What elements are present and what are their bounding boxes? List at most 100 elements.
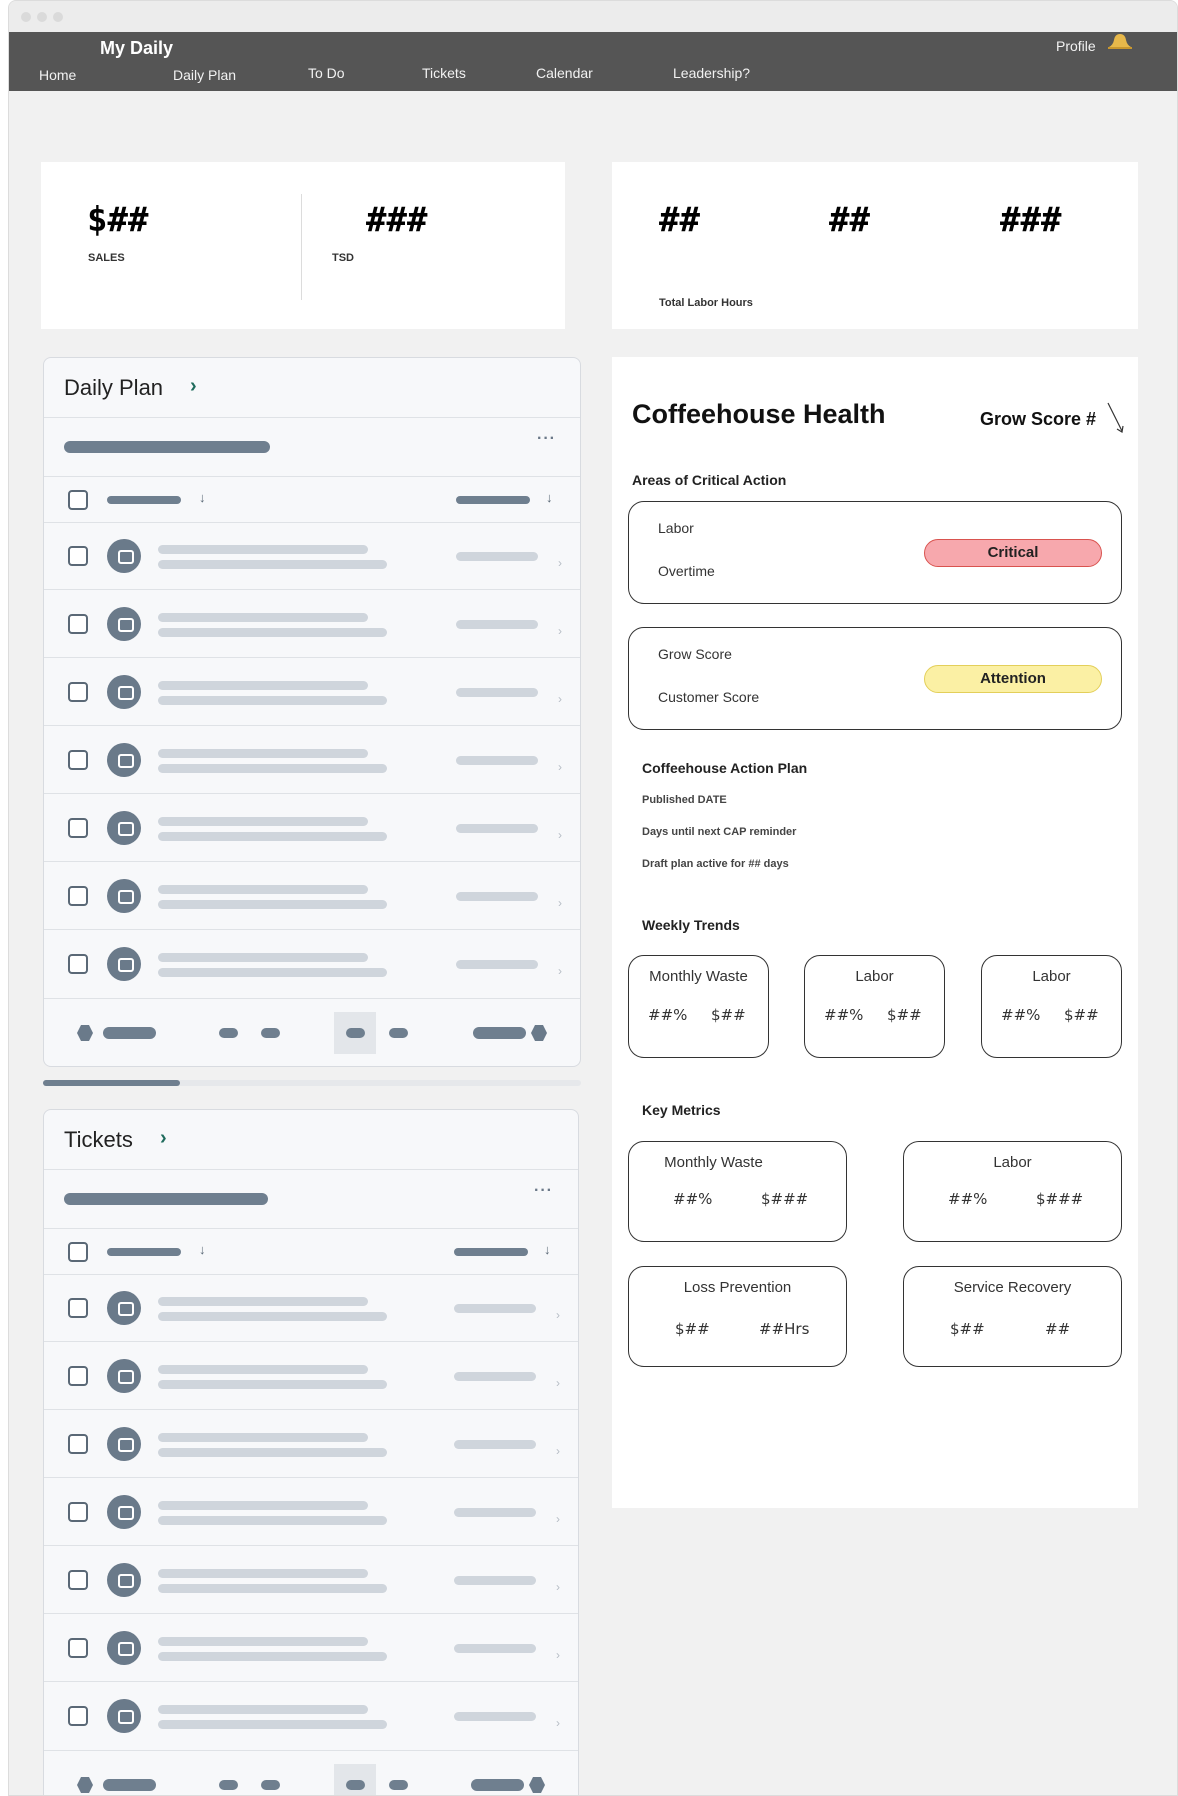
- row-checkbox[interactable]: [68, 818, 88, 838]
- row-checkbox[interactable]: [68, 1434, 88, 1454]
- nav-leadership[interactable]: Leadership?: [673, 65, 750, 81]
- bell-icon[interactable]: [1105, 32, 1135, 50]
- row-checkbox[interactable]: [68, 1570, 88, 1590]
- list-item[interactable]: ›: [44, 726, 580, 794]
- nav-to-do[interactable]: To Do: [308, 65, 345, 81]
- row-checkbox[interactable]: [68, 886, 88, 906]
- key-metric-monthly-waste[interactable]: Monthly Waste ##% $###: [628, 1141, 847, 1242]
- first-page-icon[interactable]: [77, 1025, 93, 1041]
- more-options-icon[interactable]: ···: [534, 1182, 553, 1200]
- row-checkbox[interactable]: [68, 954, 88, 974]
- row-chevron-icon[interactable]: ›: [558, 964, 562, 978]
- row-checkbox[interactable]: [68, 1706, 88, 1726]
- daily-plan-chevron-icon[interactable]: ›: [190, 375, 197, 398]
- row-checkbox[interactable]: [68, 1638, 88, 1658]
- row-chevron-icon[interactable]: ›: [556, 1444, 560, 1458]
- list-item[interactable]: ›: [44, 1614, 578, 1682]
- sales-label: SALES: [88, 252, 125, 264]
- list-item[interactable]: ›: [44, 1682, 578, 1750]
- select-all-checkbox[interactable]: [68, 490, 88, 510]
- list-item[interactable]: ›: [44, 1274, 578, 1342]
- key-metric-loss-prevention[interactable]: Loss Prevention $## ##Hrs: [628, 1266, 847, 1367]
- sort-arrow-icon[interactable]: ↓: [199, 1242, 206, 1257]
- last-page-icon[interactable]: [529, 1777, 545, 1793]
- key-metric-labor[interactable]: Labor ##% $###: [903, 1141, 1122, 1242]
- list-item[interactable]: ›: [44, 1410, 578, 1478]
- row-chevron-icon[interactable]: ›: [556, 1648, 560, 1662]
- nav-calendar[interactable]: Calendar: [536, 65, 593, 81]
- prev-page-button[interactable]: [103, 1779, 156, 1791]
- page-button-active[interactable]: [346, 1028, 365, 1038]
- nav-daily-plan[interactable]: Daily Plan: [173, 67, 236, 83]
- list-item[interactable]: ›: [44, 1478, 578, 1546]
- prev-page-button[interactable]: [103, 1027, 156, 1039]
- tickets-panel: Tickets › ··· ↓ ↓ › › › › › › ›: [43, 1109, 579, 1795]
- tickets-title[interactable]: Tickets: [64, 1127, 133, 1153]
- page-button[interactable]: [389, 1028, 408, 1038]
- row-chevron-icon[interactable]: ›: [558, 828, 562, 842]
- list-item[interactable]: ›: [44, 1546, 578, 1614]
- row-chevron-icon[interactable]: ›: [558, 556, 562, 570]
- daily-plan-panel: Daily Plan › ··· ↓ ↓ › › › › › › ›: [43, 357, 581, 1067]
- app-window: My Daily Home Daily Plan To Do Tickets C…: [8, 0, 1178, 1796]
- row-chevron-icon[interactable]: ›: [558, 624, 562, 638]
- nav-home[interactable]: Home: [39, 67, 76, 83]
- row-chevron-icon[interactable]: ›: [556, 1716, 560, 1730]
- list-item[interactable]: ›: [44, 658, 580, 726]
- list-item[interactable]: ›: [44, 862, 580, 930]
- image-icon: [107, 1563, 141, 1597]
- list-item[interactable]: ›: [44, 1342, 578, 1410]
- nav-tickets[interactable]: Tickets: [422, 65, 466, 81]
- window-close-dot[interactable]: [21, 12, 31, 22]
- row-chevron-icon[interactable]: ›: [558, 692, 562, 706]
- weekly-trend-labor-2[interactable]: Labor ##% $##: [981, 955, 1122, 1058]
- divider: [301, 194, 302, 300]
- row-checkbox[interactable]: [68, 682, 88, 702]
- sort-arrow-icon[interactable]: ↓: [546, 490, 553, 505]
- list-item[interactable]: ›: [44, 590, 580, 658]
- row-checkbox[interactable]: [68, 1502, 88, 1522]
- last-page-icon[interactable]: [531, 1025, 547, 1041]
- row-chevron-icon[interactable]: ›: [556, 1512, 560, 1526]
- more-options-icon[interactable]: ···: [537, 430, 556, 448]
- page-button[interactable]: [219, 1028, 238, 1038]
- image-icon: [107, 1291, 141, 1325]
- action-plan-heading[interactable]: Coffeehouse Action Plan: [642, 760, 807, 776]
- row-checkbox[interactable]: [68, 546, 88, 566]
- next-page-button[interactable]: [473, 1027, 526, 1039]
- weekly-trend-monthly-waste[interactable]: Monthly Waste ##% $##: [628, 955, 769, 1058]
- critical-action-box-labor[interactable]: Labor Overtime Critical: [628, 501, 1122, 604]
- weekly-trend-labor[interactable]: Labor ##% $##: [804, 955, 945, 1058]
- first-page-icon[interactable]: [77, 1777, 93, 1793]
- list-item[interactable]: ›: [44, 930, 580, 998]
- window-minimize-dot[interactable]: [37, 12, 47, 22]
- key-metric-service-recovery[interactable]: Service Recovery $## ##: [903, 1266, 1122, 1367]
- tickets-chevron-icon[interactable]: ›: [160, 1127, 167, 1150]
- page-button[interactable]: [261, 1780, 280, 1790]
- scrollbar-thumb[interactable]: [43, 1080, 180, 1086]
- row-chevron-icon[interactable]: ›: [558, 760, 562, 774]
- window-maximize-dot[interactable]: [53, 12, 63, 22]
- critical-action-box-grow-score[interactable]: Grow Score Customer Score Attention: [628, 627, 1122, 730]
- daily-plan-title[interactable]: Daily Plan: [64, 375, 163, 401]
- sort-arrow-icon[interactable]: ↓: [199, 490, 206, 505]
- page-button[interactable]: [261, 1028, 280, 1038]
- list-item[interactable]: ›: [44, 522, 580, 590]
- page-button-active[interactable]: [346, 1780, 365, 1790]
- labor-value-3: ###: [1000, 200, 1062, 240]
- row-chevron-icon[interactable]: ›: [558, 896, 562, 910]
- nav-profile[interactable]: Profile: [1056, 38, 1096, 54]
- select-all-checkbox[interactable]: [68, 1242, 88, 1262]
- row-chevron-icon[interactable]: ›: [556, 1308, 560, 1322]
- row-checkbox[interactable]: [68, 1298, 88, 1318]
- row-checkbox[interactable]: [68, 1366, 88, 1386]
- page-button[interactable]: [219, 1780, 238, 1790]
- sort-arrow-icon[interactable]: ↓: [544, 1242, 551, 1257]
- row-checkbox[interactable]: [68, 614, 88, 634]
- row-chevron-icon[interactable]: ›: [556, 1376, 560, 1390]
- row-chevron-icon[interactable]: ›: [556, 1580, 560, 1594]
- next-page-button[interactable]: [471, 1779, 524, 1791]
- page-button[interactable]: [389, 1780, 408, 1790]
- row-checkbox[interactable]: [68, 750, 88, 770]
- list-item[interactable]: ›: [44, 794, 580, 862]
